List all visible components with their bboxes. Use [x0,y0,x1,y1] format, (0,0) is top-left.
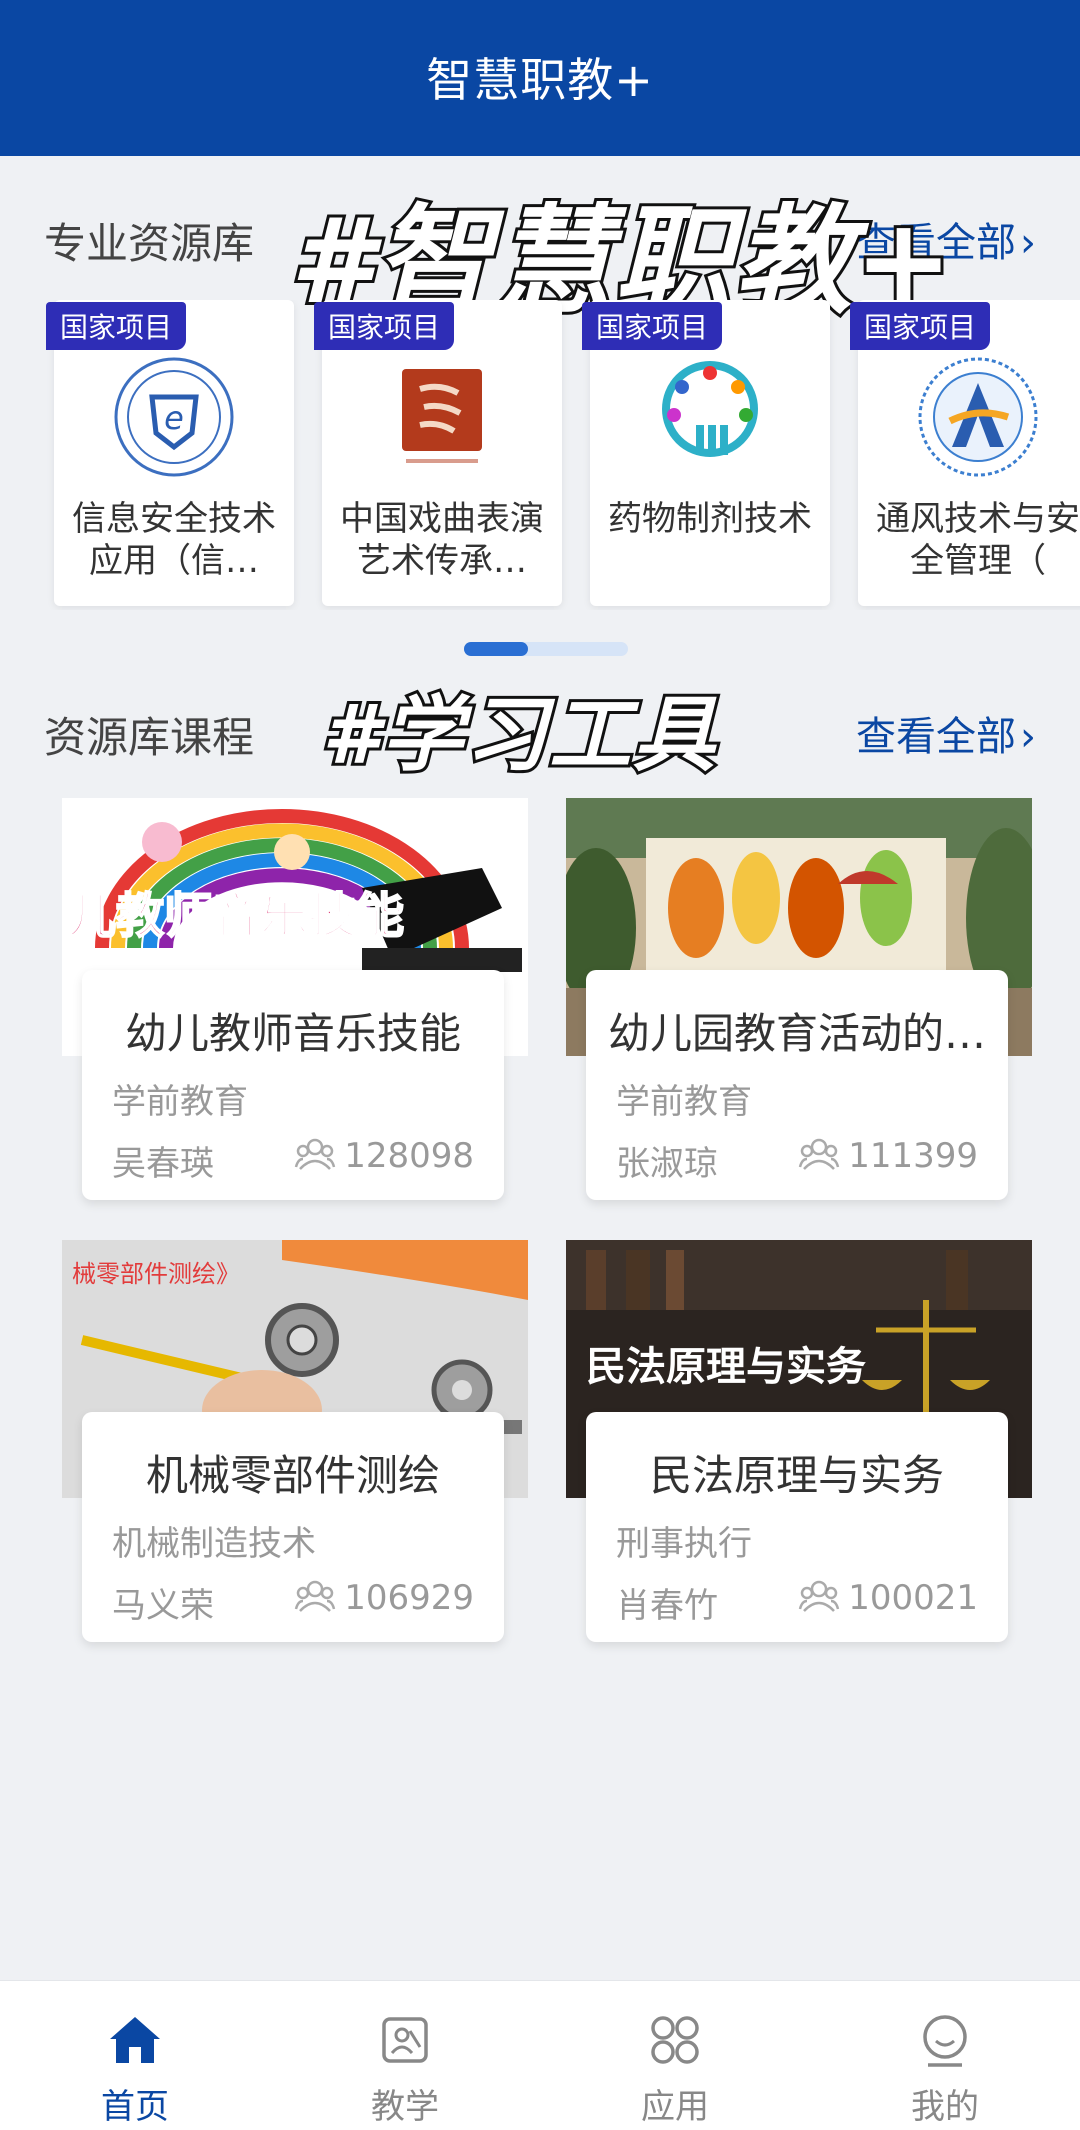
course-teacher: 吴春瑛 [112,1144,214,1184]
resource-library-label: 专业资源库 [44,219,255,268]
ventilation-logo-icon [918,357,1038,477]
tab-label: 我的 [911,2087,979,2127]
carousel-scroll-indicator [464,642,628,656]
resource-name: 信息安全技术应用（信… [72,499,276,581]
course-category: 学前教育 [616,1082,752,1122]
carousel-scroll-thumb [464,642,528,656]
bottom-tab-bar: 首页 教学 应用 我的 [0,1980,1080,2130]
course-card[interactable]: 幼儿教师音乐技能 幼儿教师音乐技能 学前教育 吴春瑛 128098 [62,798,528,1200]
chevron-right-icon: › [1020,714,1036,760]
course-title: 幼儿园教育活动的… [607,1009,986,1058]
course-category: 机械制造技术 [112,1524,316,1564]
apps-icon [651,2016,699,2064]
course-info-panel: 机械零部件测绘 机械制造技术 马义荣 106929 [82,1412,504,1642]
learners-icon [798,1580,840,1612]
tab-home[interactable]: 首页 [0,1981,270,2130]
learners-icon [294,1580,336,1612]
pharma-logo-icon [662,361,758,457]
tab-label: 应用 [641,2087,709,2127]
course-category: 刑事执行 [616,1524,752,1564]
tab-profile[interactable]: 我的 [810,1981,1080,2130]
course-learner-count: 106929 [294,1578,474,1618]
courses-view-all[interactable]: 查看全部 › [856,704,1036,762]
courses-section-label: 资源库课程 [44,713,255,762]
course-learner-count: 111399 [798,1136,978,1176]
course-teacher: 张淑琼 [616,1144,718,1184]
chevron-right-icon: › [1020,220,1036,266]
course-category: 学前教育 [112,1082,248,1122]
resource-name: 药物制剂技术 [608,499,812,539]
cover-title-text: 械零部件测绘》 [72,1260,240,1288]
learners-icon [798,1138,840,1170]
course-learner-count: 128098 [294,1136,474,1176]
course-title: 民法原理与实务 [649,1451,944,1500]
learners-icon [294,1138,336,1170]
resource-card[interactable]: 国家项目 通风技术与安全管理（ [850,300,1080,606]
cover-title-text: 幼儿教师音乐技能 [62,888,404,944]
national-project-badge: 国家项目 [46,302,187,350]
resource-name: 通风技术与安全管理（ [876,499,1080,581]
teaching-icon [382,2017,428,2063]
learner-count-value: 128098 [344,1136,474,1176]
learner-count-value: 111399 [848,1136,978,1176]
tab-apps[interactable]: 应用 [540,1981,810,2130]
tab-label: 教学 [371,2087,439,2127]
home-icon [110,2017,160,2063]
course-title: 机械零部件测绘 [145,1451,440,1500]
course-learner-count: 100021 [798,1578,978,1618]
learner-count-value: 100021 [848,1578,978,1618]
national-project-badge: 国家项目 [314,302,455,350]
course-teacher: 肖春竹 [616,1586,718,1626]
course-info-panel: 幼儿园教育活动的… 学前教育 张淑琼 111399 [586,970,1008,1200]
course-info-panel: 幼儿教师音乐技能 学前教育 吴春瑛 128098 [82,970,504,1200]
overlay-tag-secondary: #学习工具 [319,685,718,786]
shield-logo-icon: e [114,357,234,477]
resource-card[interactable]: 国家项目 中国戏曲表演艺术传承… [314,300,562,606]
resource-library-carousel[interactable]: 国家项目 e 信息安全技术应用（信… 国家项目 中国戏曲表演艺术传承… 国家项目 [44,300,1080,610]
resource-name: 中国戏曲表演艺术传承… [340,499,544,581]
cover-title-text: 民法原理与实务 [586,1344,866,1390]
tab-teaching[interactable]: 教学 [270,1981,540,2130]
course-title: 幼儿教师音乐技能 [124,1009,461,1058]
resource-card[interactable]: 国家项目 药物制剂技术 [582,300,830,606]
red-seal-logo-icon [402,369,482,463]
national-project-badge: 国家项目 [850,302,991,350]
app-title: 智慧职教+ [426,53,654,107]
profile-icon [923,2015,967,2067]
course-card[interactable]: 幼儿园教育活动的… 学前教育 张淑琼 111399 [566,798,1032,1200]
view-all-label: 查看全部 [856,714,1016,760]
learner-count-value: 106929 [344,1578,474,1618]
course-teacher: 马义荣 [112,1586,214,1626]
svg-text:e: e [164,399,184,437]
resource-card[interactable]: 国家项目 e 信息安全技术应用（信… [46,300,294,606]
course-info-panel: 民法原理与实务 刑事执行 肖春竹 100021 [586,1412,1008,1642]
course-card[interactable]: 械零部件测绘》 机械零部件测绘 机械制造技术 马义荣 106929 [62,1240,528,1642]
national-project-badge: 国家项目 [582,302,723,350]
tab-label: 首页 [101,2087,169,2127]
course-card[interactable]: 民法原理与实务 民法原理与实务 刑事执行 肖春竹 100021 [566,1240,1032,1642]
app-header: 智慧职教+ [0,0,1080,156]
